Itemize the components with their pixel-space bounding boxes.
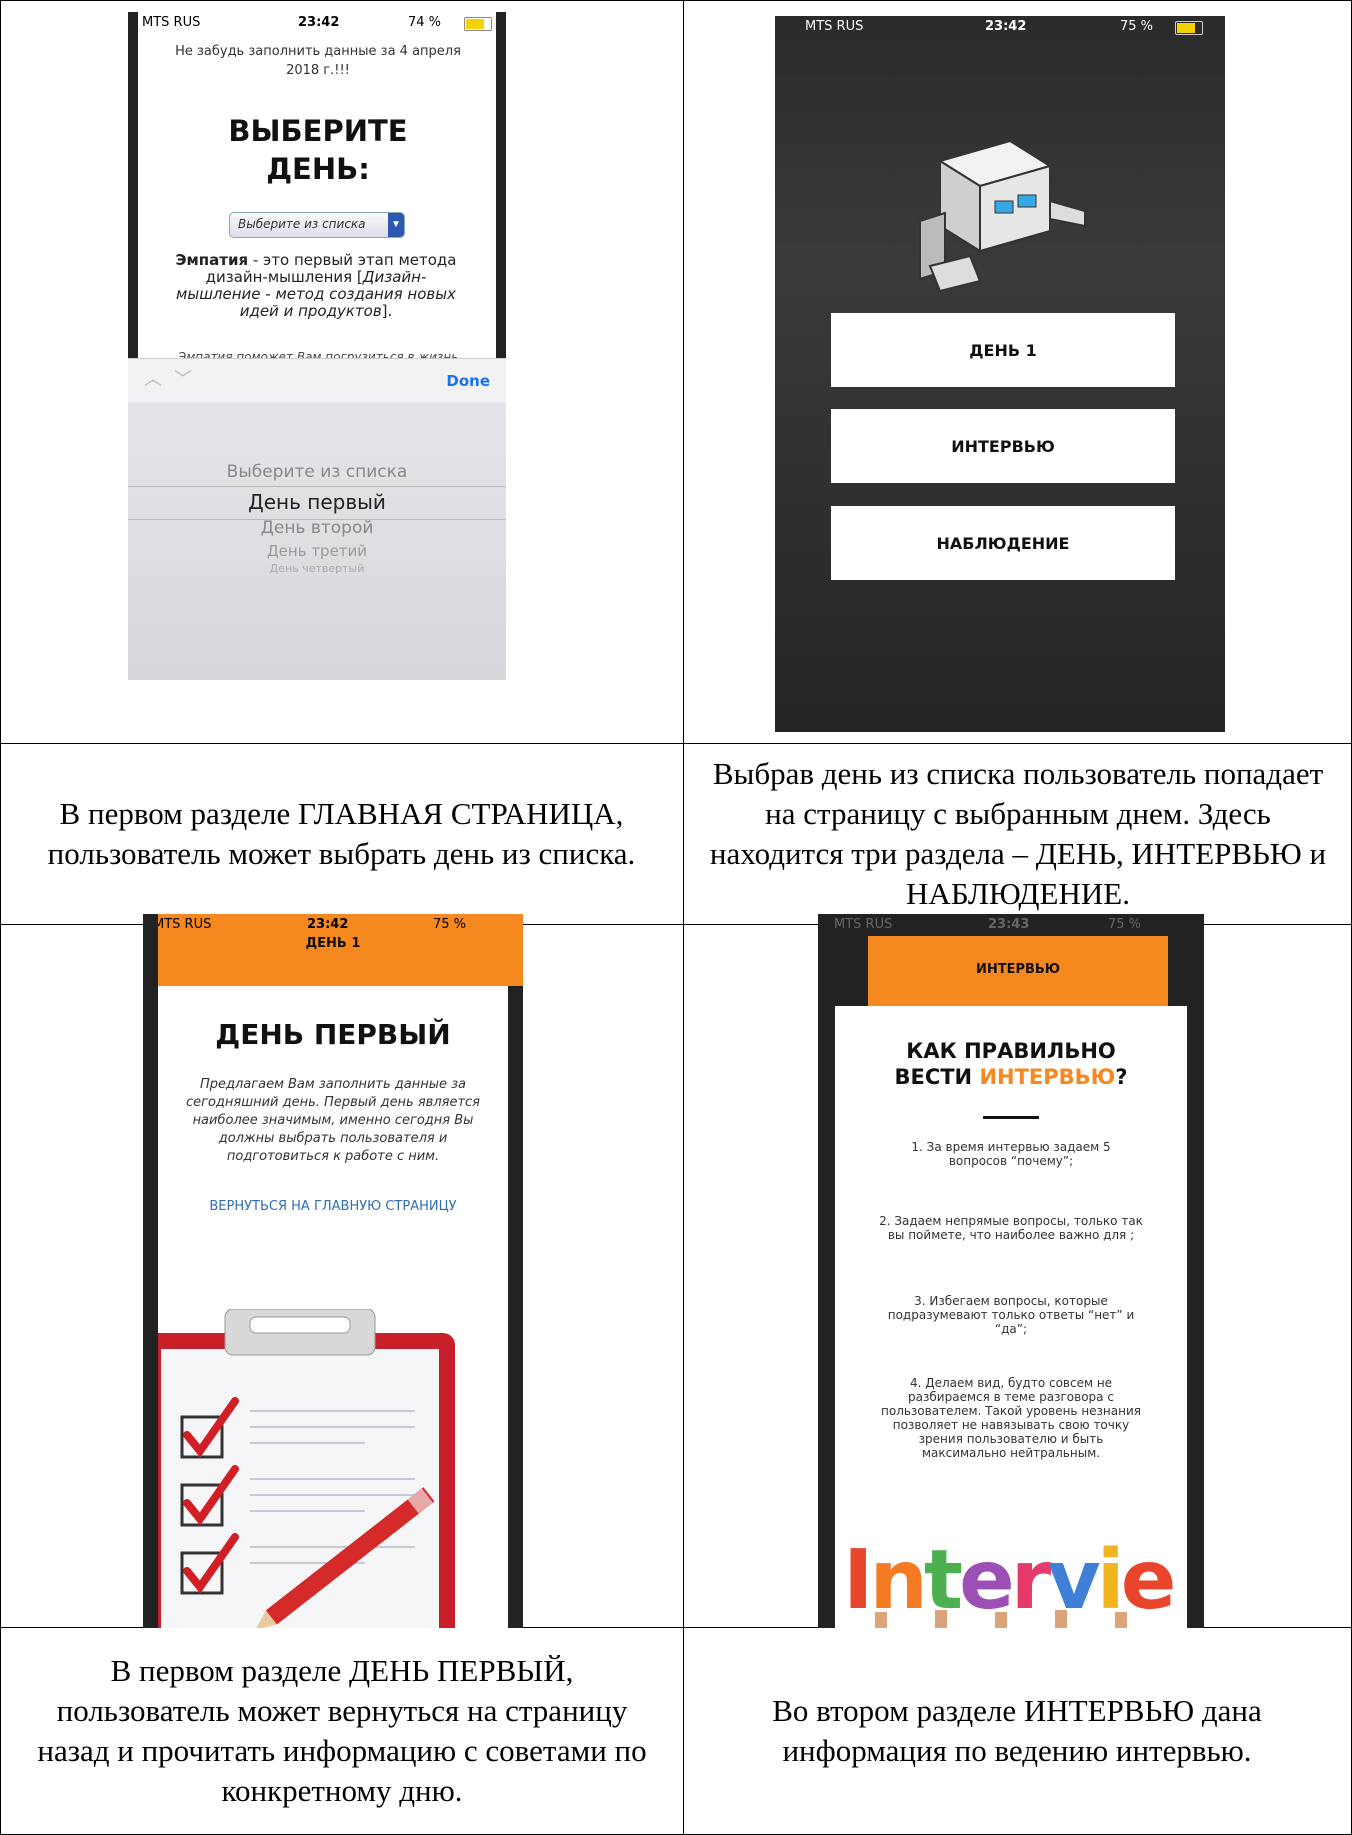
picker-option[interactable]: День второй	[128, 518, 506, 538]
status-bar: MTS RUS 23:42 75 %	[775, 16, 1225, 38]
divider	[983, 1116, 1039, 1119]
done-button[interactable]: Done	[446, 372, 490, 390]
tip-2: 2. Задаем непрямые вопросы, только так в…	[879, 1214, 1143, 1242]
picker-option-selected[interactable]: День первый	[128, 490, 506, 514]
observation-button[interactable]: НАБЛЮДЕНИЕ	[831, 506, 1175, 580]
screenshot-day-page: MTS RUS 23:42 75 % ДЕНЬ 1 ИНТЕРВЬЮ НАБЛЮ…	[775, 16, 1225, 732]
empathy-description: Эмпатия - это первый этап метода дизайн-…	[175, 251, 457, 320]
caption-main-page: В первом разделе ГЛАВНАЯ СТРАНИЦА, польз…	[47, 796, 636, 871]
battery-icon	[464, 17, 492, 31]
page-title: КАК ПРАВИЛЬНО ВЕСТИ ИНТЕРВЬЮ?	[894, 1039, 1128, 1089]
caption-day-one: В первом разделе ДЕНЬ ПЕРВЫЙ, пользовате…	[37, 1653, 647, 1808]
orange-header: MTS RUS 23:42 75 % ДЕНЬ 1	[143, 914, 523, 986]
screenshot-day-one: MTS RUS 23:42 75 % ДЕНЬ 1 ДЕНЬ ПЕРВЫЙ Пр…	[143, 914, 523, 1628]
checklist-clipboard-illustration	[145, 1309, 455, 1628]
page-title: ДЕНЬ ПЕРВЫЙ	[215, 1018, 451, 1051]
header-title: ДЕНЬ 1	[305, 936, 361, 951]
battery-percent: 75 %	[1120, 19, 1154, 34]
chevron-down-icon[interactable]: ﹀	[174, 365, 192, 391]
header-title: ИНТЕРВЬЮ	[975, 962, 1061, 977]
caption-day-page: Выбрав день из списка пользователь попад…	[709, 756, 1327, 911]
screenshot-main-page: MTS RUS 23:42 74 % Не забудь заполнить д…	[128, 12, 506, 680]
robot-logo	[919, 139, 1086, 293]
battery-icon	[1175, 21, 1203, 35]
battery-percent: 74 %	[408, 15, 442, 30]
page-title: ВЫБЕРИТЕ ДЕНЬ:	[228, 114, 408, 186]
day1-button[interactable]: ДЕНЬ 1	[831, 313, 1175, 387]
select-value: Выберите из списка	[238, 217, 366, 231]
interview-banner-illustration: Interview	[843, 1533, 1175, 1628]
caption-interview: Во втором разделе ИНТЕРВЬЮ дана информац…	[772, 1693, 1262, 1768]
interview-button[interactable]: ИНТЕРВЬЮ	[831, 409, 1175, 483]
status-bar: MTS RUS 23:42 74 %	[128, 12, 506, 34]
day-select[interactable]: Выберите из списка ▼	[229, 212, 405, 238]
picker-option[interactable]: День третий	[128, 542, 506, 560]
chevron-up-icon[interactable]: ︿	[144, 365, 162, 391]
table-border-left	[0, 0, 1, 1835]
back-link[interactable]: ВЕРНУТЬСЯ НА ГЛАВНУЮ СТРАНИЦУ	[158, 1199, 508, 1214]
screenshot-interview: MTS RUS 23:43 75 % ИНТЕРВЬЮ КАК ПРАВИЛЬН…	[818, 914, 1204, 1628]
picker-option[interactable]: День четвертый	[128, 562, 506, 575]
table-border-middle	[683, 0, 684, 1835]
carrier-label: MTS RUS	[142, 15, 201, 30]
picker-option[interactable]: Выберите из списка	[128, 462, 506, 482]
intro-text: Предлагаем Вам заполнить данные за сегод…	[185, 1077, 481, 1164]
day-picker-wheel[interactable]: Выберите из списка День первый День втор…	[128, 402, 506, 680]
tip-4: 4. Делаем вид, будто совсем не разбираем…	[881, 1376, 1141, 1460]
clock: 23:42	[298, 15, 340, 30]
reminder-text: Не забудь заполнить данные за 4 апреля 2…	[175, 44, 461, 78]
tip-3: 3. Избегаем вопросы, которые подразумева…	[887, 1294, 1135, 1336]
chevron-down-icon: ▼	[388, 213, 404, 237]
empathy-term: Эмпатия	[175, 251, 249, 269]
table-border-top	[0, 0, 1352, 1]
tip-1: 1. За время интервью задаем 5 вопросов “…	[911, 1140, 1111, 1168]
document-table: MTS RUS 23:42 74 % Не забудь заполнить д…	[0, 0, 1352, 1835]
orange-header: ИНТЕРВЬЮ	[868, 936, 1168, 1006]
title-accent: ИНТЕРВЬЮ	[979, 1065, 1116, 1089]
clock: 23:42	[985, 19, 1027, 34]
carrier-label: MTS RUS	[805, 19, 864, 34]
picker-toolbar: ︿ ﹀ Done	[128, 358, 506, 403]
